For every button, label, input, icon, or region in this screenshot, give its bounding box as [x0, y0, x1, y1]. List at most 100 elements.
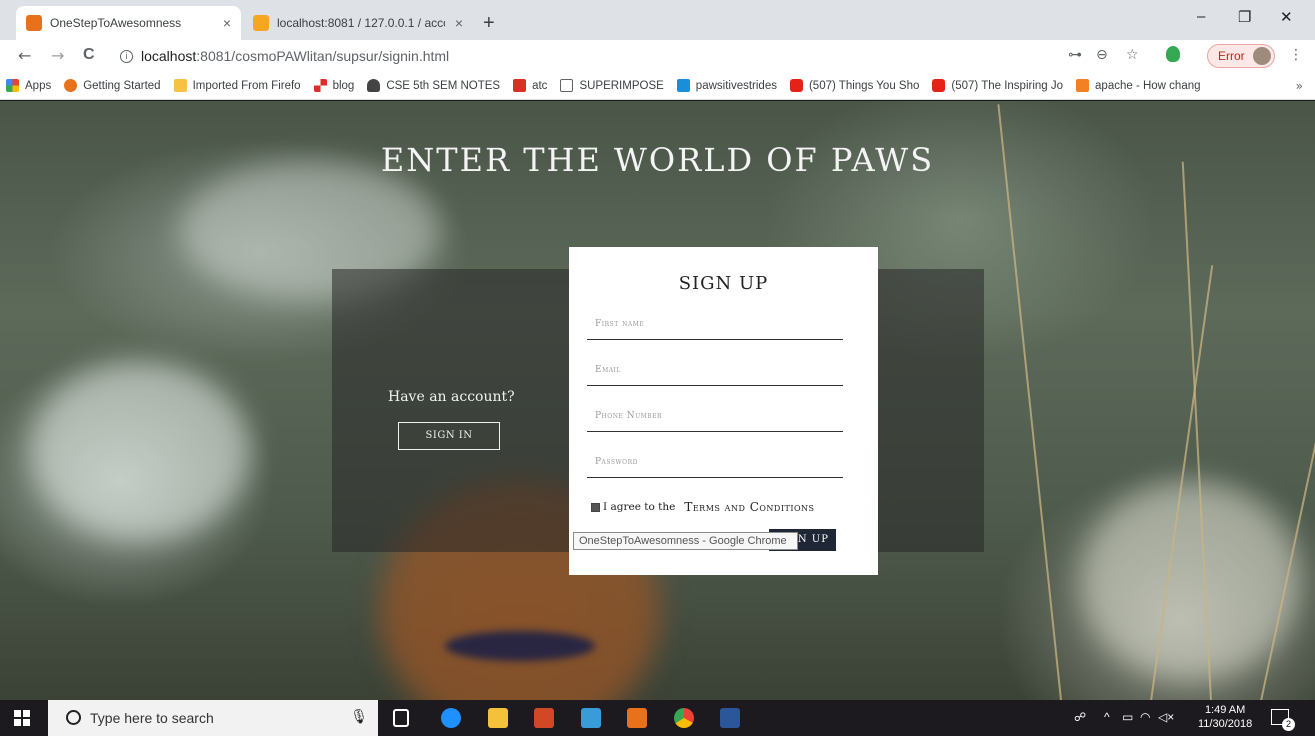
show-hidden-icons-icon[interactable]: ^: [1104, 710, 1110, 724]
extension-icon[interactable]: [1166, 46, 1180, 62]
bookmark-label: Getting Started: [83, 79, 161, 92]
windows-start-icon[interactable]: [14, 710, 30, 726]
youtube-icon: [932, 79, 946, 92]
powerpoint-icon[interactable]: [534, 708, 554, 728]
search-placeholder: Type here to search: [90, 710, 214, 726]
bookmark-label: (507) The Inspiring Jo: [951, 79, 1064, 92]
bookmark-youtube-1[interactable]: (507) Things You Sho: [789, 79, 920, 92]
bookmark-label: atc: [532, 79, 548, 92]
first-name-field[interactable]: First name: [587, 316, 843, 340]
sign-in-button[interactable]: SIGN IN: [398, 422, 500, 450]
chrome-icon[interactable]: [674, 708, 694, 728]
hero-title: ENTER THE WORLD OF PAWS: [380, 141, 935, 179]
background-foliage: [1080, 481, 1300, 681]
grass-stalk: [997, 104, 1062, 700]
bookmark-label: Apps: [25, 79, 52, 92]
bookmark-pawsitivestrides[interactable]: pawsitivestrides: [676, 79, 777, 92]
background-foliage: [30, 361, 250, 541]
clock[interactable]: 1:49 AM 11/30/2018: [1198, 703, 1252, 731]
email-placeholder: Email: [595, 365, 621, 375]
word-icon[interactable]: [720, 708, 740, 728]
bookmarks-overflow-icon[interactable]: »: [1296, 79, 1303, 93]
bookmark-label: CSE 5th SEM NOTES: [386, 79, 501, 92]
notification-count: 2: [1282, 718, 1295, 731]
tab-title: OneStepToAwesomness: [50, 16, 182, 30]
minimize-button[interactable]: –: [1197, 8, 1205, 25]
bookmark-imported-firefox[interactable]: Imported From Firefo: [173, 79, 301, 92]
bookmark-getting-started[interactable]: Getting Started: [64, 79, 161, 92]
bookmark-star-icon[interactable]: ☆: [1126, 47, 1139, 63]
agree-checkbox[interactable]: [591, 502, 600, 512]
tab-close-icon[interactable]: ×: [223, 15, 231, 31]
tab-strip: OneStepToAwesomness × localhost:8081 / 1…: [0, 0, 1315, 40]
error-label: Error: [1218, 49, 1245, 63]
page-viewport: ENTER THE WORLD OF PAWS Have an account?…: [0, 101, 1315, 700]
site-favicon-icon: [26, 15, 42, 31]
people-icon[interactable]: ☍: [1074, 710, 1086, 724]
phpmyadmin-favicon-icon: [253, 15, 269, 31]
bookmark-label: SUPERIMPOSE: [579, 79, 664, 92]
bookmark-label: Imported From Firefo: [192, 79, 301, 92]
microphone-icon[interactable]: 🎙: [350, 709, 368, 725]
browser-toolbar: ← → C i localhost:8081/cosmoPAWlitan/sup…: [0, 40, 1315, 72]
bookmark-label: (507) Things You Sho: [808, 79, 920, 92]
taskbar-search-input[interactable]: Type here to search 🎙: [48, 700, 378, 736]
folder-icon: [173, 79, 187, 92]
taskbar: Type here to search 🎙 ☍ ^ ▭ ◠ ◁× 1:49 AM…: [0, 700, 1315, 736]
key-icon[interactable]: ⊶: [1068, 47, 1082, 63]
site-info-icon[interactable]: i: [120, 50, 133, 63]
phone-field[interactable]: Phone Number: [587, 408, 843, 432]
edge-icon[interactable]: [441, 708, 461, 728]
stackoverflow-icon: [1076, 79, 1090, 92]
bookmark-atc[interactable]: atc: [513, 79, 547, 92]
phone-placeholder: Phone Number: [595, 411, 663, 421]
signup-form: SIGN UP First name Email Phone Number Pa…: [569, 247, 878, 575]
avatar: [1253, 47, 1271, 65]
bookmark-label: apache - How chang: [1095, 79, 1201, 92]
bookmark-apache[interactable]: apache - How chang: [1076, 79, 1201, 92]
address-bar[interactable]: localhost:8081/cosmoPAWlitan/supsur/sign…: [141, 48, 449, 64]
volume-icon[interactable]: ◁×: [1158, 710, 1174, 724]
reload-button[interactable]: C: [83, 46, 95, 64]
graduation-cap-icon: [367, 79, 381, 92]
have-account-text: Have an account?: [388, 389, 515, 405]
cortana-icon: [66, 710, 81, 725]
email-field[interactable]: Email: [587, 362, 843, 386]
forward-button[interactable]: →: [51, 46, 64, 65]
onestep-app-icon[interactable]: [627, 708, 647, 728]
url-host: localhost: [141, 48, 197, 64]
password-field[interactable]: Password: [587, 454, 843, 478]
profile-error-button[interactable]: Error: [1207, 44, 1275, 68]
terms-link[interactable]: Terms and Conditions: [684, 500, 814, 514]
tab-onestep[interactable]: OneStepToAwesomness ×: [16, 6, 241, 40]
tab-phpmyadmin[interactable]: localhost:8081 / 127.0.0.1 / accou ×: [243, 6, 473, 40]
page-icon: [560, 79, 574, 92]
bookmark-cse-notes[interactable]: CSE 5th SEM NOTES: [367, 79, 500, 92]
app-icon[interactable]: [581, 708, 601, 728]
bookmarks-bar: Apps Getting Started Imported From Firef…: [0, 72, 1315, 100]
task-view-icon[interactable]: [393, 709, 409, 727]
wifi-icon[interactable]: ◠: [1140, 710, 1150, 724]
url-path: :8081/cosmoPAWlitan/supsur/signin.html: [196, 48, 450, 64]
atc-icon: [513, 79, 527, 92]
window-tooltip: OneStepToAwesomness - Google Chrome: [573, 532, 798, 550]
bookmark-superimpose[interactable]: SUPERIMPOSE: [560, 79, 664, 92]
restore-button[interactable]: ❐: [1238, 8, 1251, 26]
bookmark-apps[interactable]: Apps: [6, 79, 51, 92]
chrome-menu-icon[interactable]: ⋮: [1289, 47, 1303, 63]
back-button[interactable]: ←: [18, 46, 31, 65]
blog-icon: [313, 79, 327, 92]
form-title: SIGN UP: [678, 273, 769, 294]
bookmark-youtube-2[interactable]: (507) The Inspiring Jo: [932, 79, 1063, 92]
tab-close-icon[interactable]: ×: [455, 15, 463, 31]
file-explorer-icon[interactable]: [488, 708, 508, 728]
agree-text: I agree to the: [603, 501, 676, 513]
close-window-button[interactable]: ✕: [1280, 8, 1293, 26]
apps-grid-icon: [6, 79, 19, 92]
firefox-icon: [64, 79, 78, 92]
new-tab-button[interactable]: +: [483, 12, 495, 35]
bookmark-blog[interactable]: blog: [313, 79, 354, 92]
notification-center-icon[interactable]: 2: [1271, 709, 1295, 731]
zoom-icon[interactable]: ⊖: [1096, 47, 1108, 63]
battery-icon[interactable]: ▭: [1122, 710, 1133, 724]
